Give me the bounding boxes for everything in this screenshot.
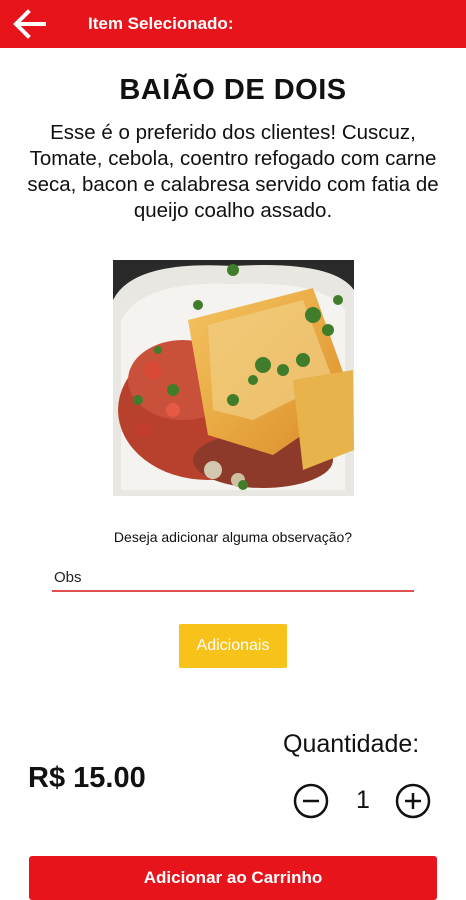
item-name: BAIÃO DE DOIS <box>119 74 347 106</box>
observation-input[interactable] <box>52 564 414 592</box>
decrease-quantity-button[interactable] <box>293 783 329 819</box>
minus-circle-icon <box>293 783 329 819</box>
item-price: R$ 15.00 <box>28 762 146 794</box>
page-title: Item Selecionado: <box>88 14 234 33</box>
item-description: Esse é o preferido dos clientes! Cuscuz,… <box>27 121 439 222</box>
back-button[interactable] <box>0 0 60 48</box>
arrow-left-icon <box>13 9 46 39</box>
addons-button[interactable]: Adicionais <box>179 624 287 668</box>
quantity-label: Quantidade: <box>283 730 420 758</box>
quantity-value: 1 <box>356 786 370 814</box>
plus-circle-icon <box>395 783 431 819</box>
top-app-bar: Item Selecionado: <box>0 0 466 48</box>
observation-question: Deseja adicionar alguma observação? <box>113 529 353 545</box>
add-to-cart-button[interactable]: Adicionar ao Carrinho <box>29 856 437 900</box>
increase-quantity-button[interactable] <box>395 783 431 819</box>
item-photo <box>113 260 354 496</box>
